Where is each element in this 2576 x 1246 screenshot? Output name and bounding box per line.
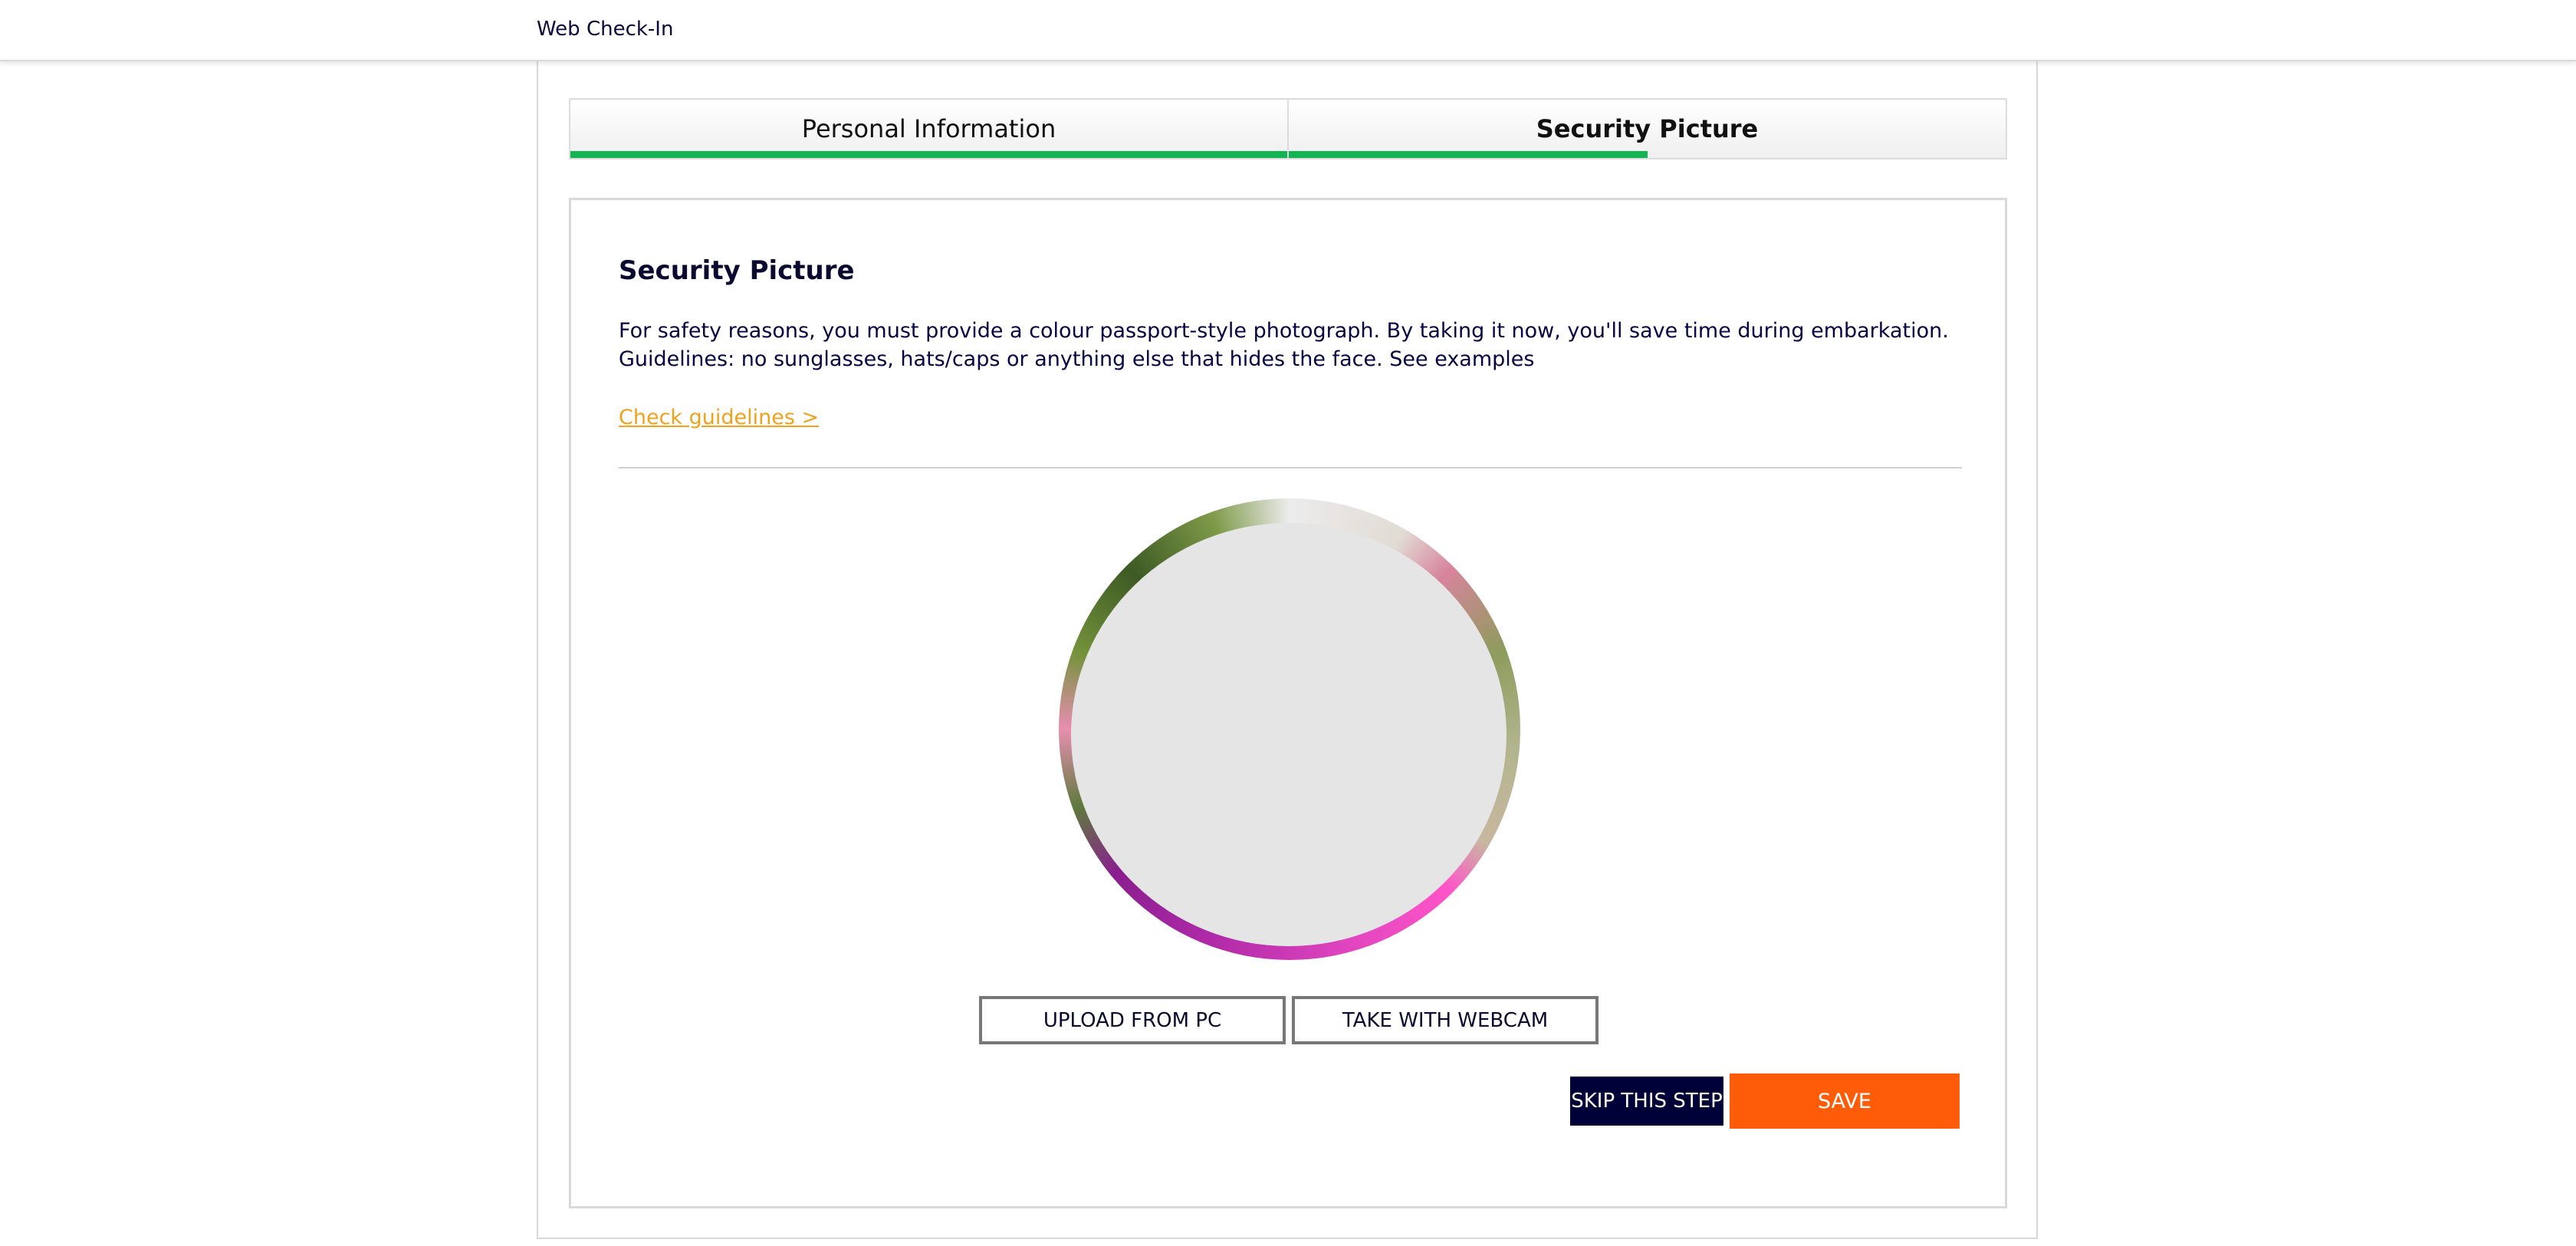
security-picture-panel: Security Picture For safety reasons, you… — [569, 198, 2007, 1208]
section-title: Security Picture — [619, 255, 855, 286]
save-button-label: SAVE — [1818, 1089, 1871, 1113]
photo-source-buttons: UPLOAD FROM PC TAKE WITH WEBCAM — [979, 996, 1598, 1044]
tab-progress-bar — [570, 151, 1287, 158]
take-with-webcam-button[interactable]: TAKE WITH WEBCAM — [1292, 996, 1598, 1044]
section-description: For safety reasons, you must provide a c… — [619, 319, 1949, 371]
divider — [619, 467, 1962, 468]
tab-label: Personal Information — [801, 114, 1056, 143]
upload-from-pc-button[interactable]: UPLOAD FROM PC — [979, 996, 1286, 1044]
step-tabs: Personal Information Security Picture — [569, 98, 2007, 159]
app-title: Web Check-In — [537, 18, 674, 41]
skip-button-label: SKIP THIS STEP — [1571, 1090, 1723, 1113]
top-bar: Web Check-In — [0, 0, 2576, 61]
save-button[interactable]: SAVE — [1730, 1073, 1960, 1129]
skip-step-button[interactable]: SKIP THIS STEP — [1570, 1077, 1723, 1126]
tab-personal-information[interactable]: Personal Information — [569, 98, 1289, 159]
tab-label: Security Picture — [1536, 114, 1759, 143]
check-guidelines-link[interactable]: Check guidelines > — [619, 404, 819, 432]
profile-photo-preview — [1059, 498, 1520, 960]
upload-button-label: UPLOAD FROM PC — [1043, 1008, 1222, 1032]
photo-placeholder — [1071, 523, 1506, 946]
tab-security-picture[interactable]: Security Picture — [1289, 98, 2007, 159]
tab-progress-bar — [1289, 151, 1648, 158]
form-actions: SKIP THIS STEP SAVE — [1570, 1073, 1960, 1129]
webcam-button-label: TAKE WITH WEBCAM — [1342, 1008, 1549, 1032]
